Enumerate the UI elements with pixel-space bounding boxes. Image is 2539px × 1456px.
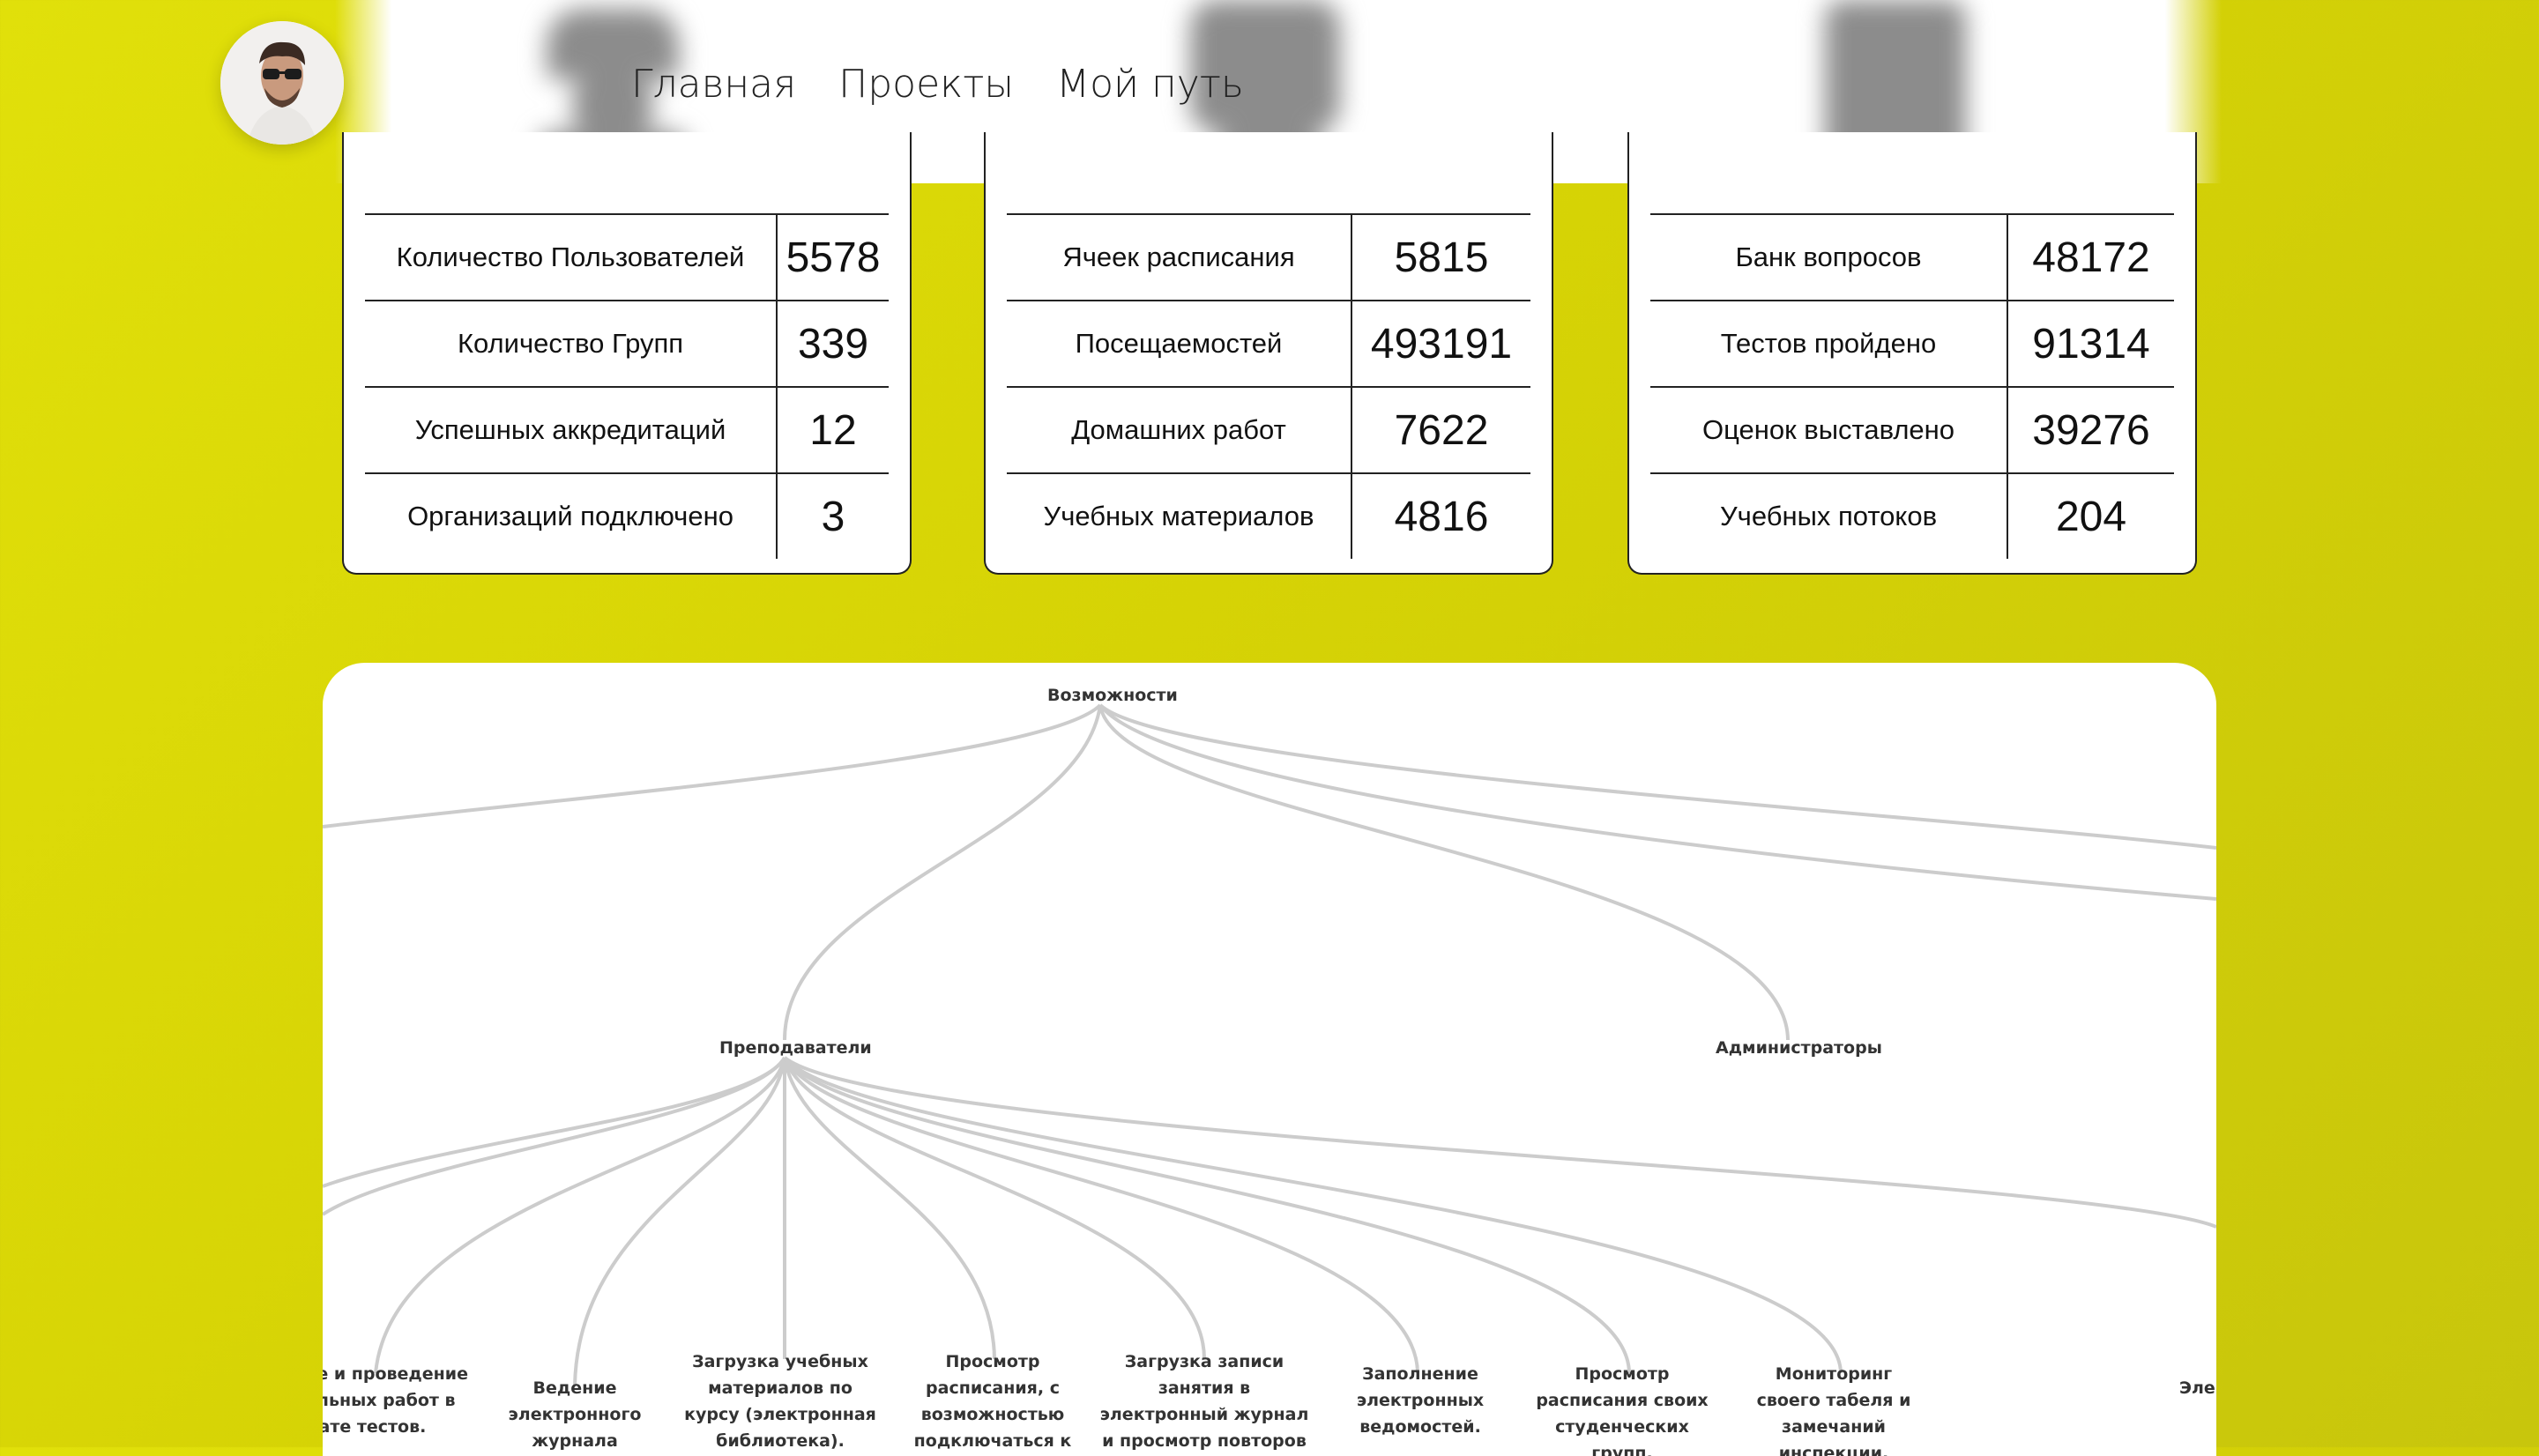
tree-edge <box>1098 703 2216 850</box>
tree-leaf: Заполнение электронных ведомостей. <box>1356 1364 1485 1437</box>
stat-row: Ячеек расписания 5815 <box>1007 213 1530 301</box>
stat-value: 4816 <box>1351 472 1530 559</box>
tree-edge <box>1098 703 2216 901</box>
capabilities-tree[interactable]: Возможности Преподаватели Администраторы… <box>323 663 2216 1456</box>
stats-card-schedule: Ячеек расписания 5815 Посещаемостей 493191… <box>984 132 1553 575</box>
stat-label: Учебных потоков <box>1650 472 2007 559</box>
stat-value: 7622 <box>1351 386 1530 473</box>
stat-label: Успешных аккредитаций <box>365 386 777 473</box>
tree-root-node[interactable]: Возможности <box>1047 686 1178 705</box>
tree-edge <box>323 1056 786 1216</box>
tree-edge <box>783 1057 1419 1374</box>
user-portrait-icon <box>220 21 344 145</box>
stat-row: Тестов пройдено 91314 <box>1650 300 2174 387</box>
stat-label: Ячеек расписания <box>1007 213 1351 301</box>
nav-link-projects[interactable]: Проекты <box>838 62 1014 107</box>
tree-leaf: Загрузка учебных материалов по курсу (эл… <box>684 1352 876 1451</box>
stat-label: Посещаемостей <box>1007 300 1351 387</box>
tree-edge <box>374 1057 786 1374</box>
stat-label: Оценок выставлено <box>1650 386 2007 473</box>
stat-row: Домашних работ 7622 <box>1007 386 1530 473</box>
tree-leaf: ие и проведение ольных работ в мате тест… <box>323 1364 468 1437</box>
stat-value: 204 <box>2007 472 2174 559</box>
avatar[interactable] <box>220 21 344 145</box>
stat-row: Организаций подключено 3 <box>365 472 889 559</box>
tree-node-admins[interactable]: Администраторы <box>1716 1038 1882 1058</box>
stat-value: 339 <box>776 300 889 387</box>
tree-edge <box>783 1056 2216 1229</box>
tree-edge <box>783 1056 1631 1374</box>
stat-label: Банк вопросов <box>1650 213 2007 301</box>
stat-label: Домашних работ <box>1007 386 1351 473</box>
stat-label: Тестов пройдено <box>1650 300 2007 387</box>
tree-node-teachers[interactable]: Преподаватели <box>719 1038 872 1058</box>
tree-edges <box>323 703 2216 1386</box>
stat-row: Учебных потоков 204 <box>1650 472 2174 559</box>
stats-table: Ячеек расписания 5815 Посещаемостей 493191… <box>1007 213 1530 559</box>
stat-label: Количество Групп <box>365 300 777 387</box>
tree-edge <box>783 704 1102 1041</box>
stat-value: 5578 <box>776 213 889 301</box>
tree-edge <box>783 1056 1843 1374</box>
stat-value: 48172 <box>2007 213 2174 301</box>
stats-card-tests: Банк вопросов 48172 Тестов пройдено 91314 … <box>1627 132 2197 575</box>
tree-edge <box>323 703 1102 828</box>
stat-row: Успешных аккредитаций 12 <box>365 386 889 473</box>
stat-value: 3 <box>776 472 889 559</box>
tree-leaf: Загрузка записи занятия в электронный жу… <box>1099 1352 1309 1451</box>
stat-value: 39276 <box>2007 386 2174 473</box>
stat-label: Организаций подключено <box>365 472 777 559</box>
tree-leaf: Элек <box>2179 1378 2216 1398</box>
stat-label: Учебных материалов <box>1007 472 1351 559</box>
stat-value: 493191 <box>1351 300 1530 387</box>
nav-link-path[interactable]: Мой путь <box>1056 62 1244 107</box>
stat-row: Количество Пользователей 5578 <box>365 213 889 301</box>
tree-leaf: Просмотр расписания, с возможностью подк… <box>913 1352 1072 1451</box>
tree-leaf: Просмотр расписания своих студенческих г… <box>1536 1364 1709 1456</box>
nav-link-home[interactable]: Главная <box>631 62 796 107</box>
tree-leaf: Ведение электронного журнала посещаемост… <box>508 1378 642 1451</box>
stat-value: 5815 <box>1351 213 1530 301</box>
stat-value: 91314 <box>2007 300 2174 387</box>
stat-row: Учебных материалов 4816 <box>1007 472 1530 559</box>
stat-value: 12 <box>776 386 889 473</box>
stat-label: Количество Пользователей <box>365 213 777 301</box>
stats-table: Банк вопросов 48172 Тестов пройдено 91314 … <box>1650 213 2174 559</box>
stats-card-users: Количество Пользователей 5578 Количество … <box>342 132 912 575</box>
main-nav: Главная Проекты Мой путь <box>631 62 1244 107</box>
stat-row: Оценок выставлено 39276 <box>1650 386 2174 473</box>
tree-leaf: Мониторинг своего табеля и замечаний инс… <box>1756 1364 1911 1456</box>
stat-row: Банк вопросов 48172 <box>1650 213 2174 301</box>
stat-row: Количество Групп 339 <box>365 300 889 387</box>
stats-table: Количество Пользователей 5578 Количество … <box>365 213 889 559</box>
stat-row: Посещаемостей 493191 <box>1007 300 1530 387</box>
